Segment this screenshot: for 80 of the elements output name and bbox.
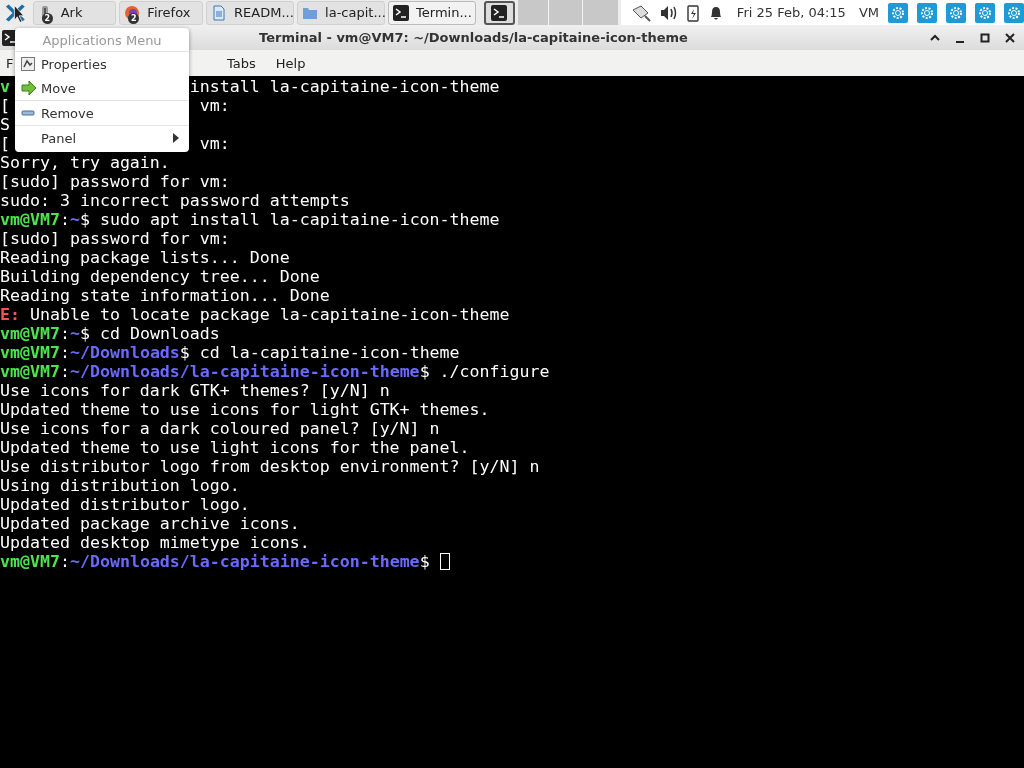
terminal-text: $ sudo apt install la-capitaine-icon-theme xyxy=(79,210,500,229)
terminal-text: $ cd Downloads xyxy=(79,324,220,343)
close-icon[interactable] xyxy=(1004,31,1016,44)
window-title: Terminal - vm@VM7: ~/Downloads/la-capitaine-icon-theme xyxy=(259,30,688,45)
menu-item[interactable]: Properties xyxy=(15,52,189,76)
prompt-user: vm@VM7 xyxy=(0,210,60,229)
terminal-text: Updated package archive icons. xyxy=(0,514,300,533)
terminal-text: Building dependency tree... Done xyxy=(0,267,320,286)
gear-icon[interactable] xyxy=(888,2,908,23)
user-name[interactable]: VM xyxy=(858,5,879,20)
clock[interactable]: Fri 25 Feb, 04:15 xyxy=(736,5,846,20)
document-icon xyxy=(211,4,228,21)
terminal-icon xyxy=(491,4,508,21)
terminal-text: Sorry, try again. xyxy=(0,153,170,172)
prompt-user: vm@VM7 xyxy=(0,552,60,571)
terminal-text: $ cd la-capitaine-icon-theme xyxy=(179,343,460,362)
gear-icon[interactable] xyxy=(946,2,966,23)
task-button[interactable]: la-capit... xyxy=(297,0,386,25)
terminal-text: Use icons for dark GTK+ themes? [y/N] n xyxy=(0,381,390,400)
terminal-text: Reading package lists... Done xyxy=(0,248,290,267)
prompt-path: ~/Downloads xyxy=(69,343,180,362)
prompt-user: vm@VM7 xyxy=(0,362,60,381)
terminal-text: $ ./configure xyxy=(419,362,550,381)
menu-item[interactable]: Tabs xyxy=(227,55,256,71)
error-label: E: xyxy=(0,305,20,324)
prompt-user: vm@VM7 xyxy=(0,324,60,343)
terminal-text: Use distributor logo from desktop environment? [y/N] n xyxy=(0,457,540,476)
terminal-text: Updated desktop mimetype icons. xyxy=(0,533,310,552)
terminal-text: Unable to locate package la-capitaine-icon-theme xyxy=(30,305,510,324)
arrow-icon xyxy=(21,81,37,95)
count-badge: 2 xyxy=(41,12,53,24)
gear-icon[interactable] xyxy=(1004,2,1024,23)
terminal-text: : xyxy=(59,343,70,362)
task-button[interactable]: 2 Ark xyxy=(32,0,117,25)
terminal-text: install la-capitaine-icon-theme xyxy=(189,77,500,96)
menu-item[interactable]: Panel xyxy=(15,126,189,150)
terminal-text: sudo: 3 incorrect password attempts xyxy=(0,191,350,210)
terminal-text: $ xyxy=(419,552,431,571)
terminal-text: Updated theme to use icons for light GTK+ themes. xyxy=(0,400,490,419)
terminal-text: Use icons for a dark coloured panel? [y/N] n xyxy=(0,419,440,438)
submenu-arrow-icon xyxy=(173,133,179,143)
terminal-text: [ xyxy=(0,96,10,115)
terminal-button[interactable] xyxy=(484,0,515,25)
terminal-text: Using distribution logo. xyxy=(0,476,240,495)
text-cursor xyxy=(439,553,450,570)
task-button[interactable]: READM... xyxy=(206,0,295,25)
count-badge: 2 xyxy=(128,12,140,24)
menu-item[interactable]: Move xyxy=(15,76,189,100)
menu-header: Applications Menu xyxy=(15,30,189,52)
terminal-text: [ xyxy=(0,134,10,153)
prompt-user: vm@VM7 xyxy=(0,343,60,362)
task-button[interactable]: 2 Firefox xyxy=(119,0,204,25)
terminal-text: : xyxy=(59,324,70,343)
battery-icon[interactable] xyxy=(686,3,699,22)
terminal-text: vm: xyxy=(199,134,230,153)
menu-item[interactable]: Remove xyxy=(15,101,189,125)
gear-icon[interactable] xyxy=(975,2,995,23)
maximize-icon[interactable] xyxy=(979,31,991,44)
minus-icon xyxy=(21,110,35,116)
task-button[interactable]: Termin... xyxy=(388,0,477,25)
prompt-user: v xyxy=(0,77,10,96)
terminal-text: : xyxy=(59,362,70,381)
prompt-path: ~/Downloads/la-capitaine-icon-theme xyxy=(69,362,420,381)
menu-item[interactable]: Help xyxy=(275,55,306,71)
prompt-path: ~ xyxy=(69,210,80,229)
terminal-text: S xyxy=(0,115,10,134)
terminal-icon xyxy=(393,4,410,21)
terminal-text: Reading state information... Done xyxy=(0,286,330,305)
terminal-text: [sudo] password for vm: xyxy=(0,172,230,191)
gear-icon[interactable] xyxy=(917,2,937,23)
terminal-text: [sudo] password for vm: xyxy=(0,229,230,248)
prompt-path: ~ xyxy=(69,324,80,343)
terminal-text: vm: xyxy=(199,96,230,115)
terminal-text: : xyxy=(59,210,70,229)
properties-icon xyxy=(21,57,35,71)
terminal-text: Updated distributor logo. xyxy=(0,495,250,514)
terminal-text: : xyxy=(59,552,70,571)
terminal-text: Updated theme to use light icons for the panel. xyxy=(0,438,470,457)
volume-icon[interactable] xyxy=(659,4,678,21)
prompt-path: ~/Downloads/la-capitaine-icon-theme xyxy=(69,552,420,571)
